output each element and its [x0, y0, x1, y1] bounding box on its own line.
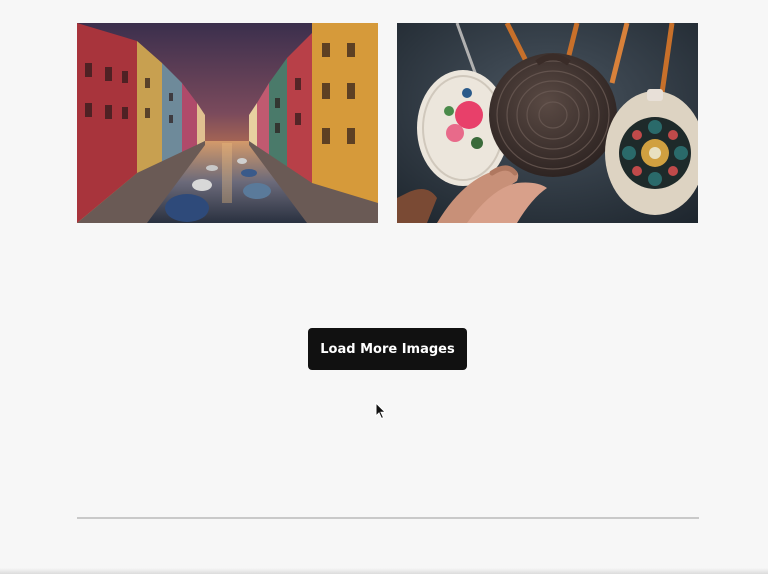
- load-more-images-button[interactable]: Load More Images: [308, 328, 467, 370]
- mouse-cursor-icon: [375, 402, 387, 420]
- venice-canal-photo: [77, 23, 378, 223]
- image-gallery: [77, 23, 699, 223]
- bottom-edge: [0, 568, 768, 574]
- page: Load More Images: [0, 0, 768, 574]
- gallery-image-bags[interactable]: [397, 23, 698, 223]
- footer-divider: [77, 517, 699, 519]
- gallery-image-canal[interactable]: [77, 23, 378, 223]
- woven-round-bags-photo: [397, 23, 698, 223]
